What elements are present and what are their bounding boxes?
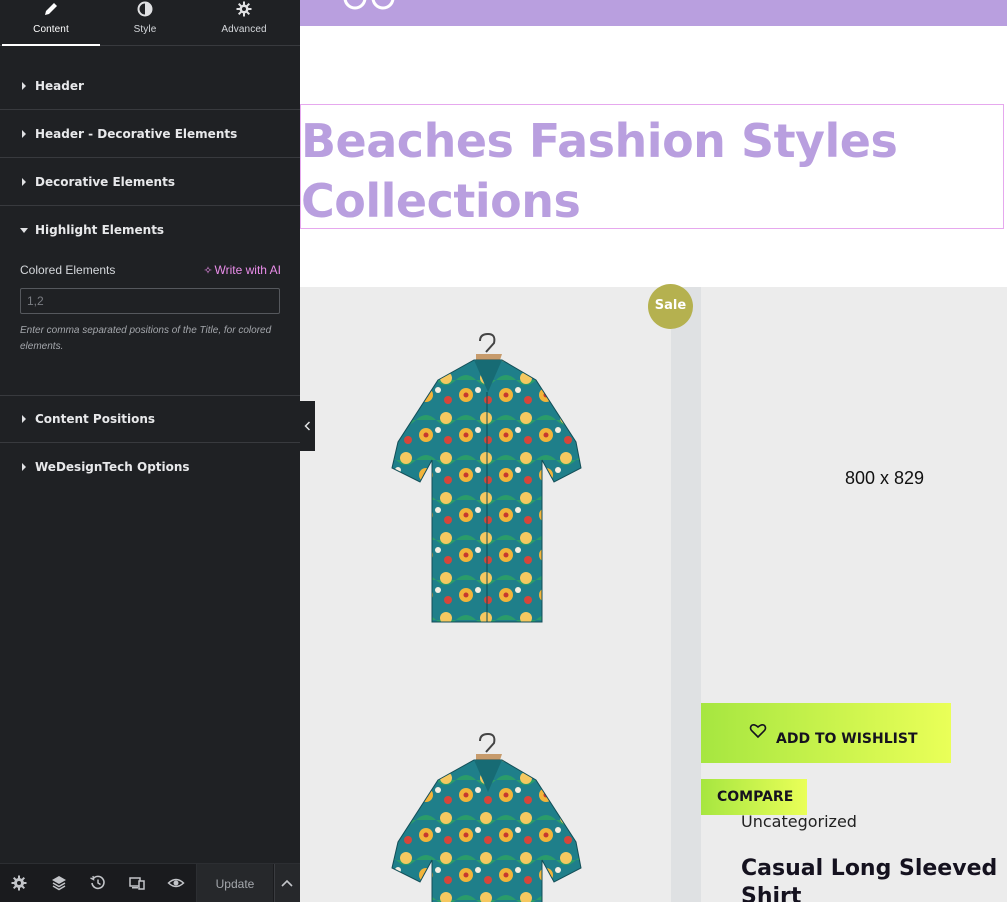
- chevron-up-icon: [281, 879, 293, 887]
- write-with-ai-label: Write with AI: [214, 263, 281, 277]
- chevron-left-icon: [304, 421, 311, 431]
- section-decorative-elements-label: Decorative Elements: [35, 174, 175, 189]
- page-title: Beaches Fashion Styles Collections: [301, 114, 898, 228]
- section-wedesigntech-options-label: WeDesignTech Options: [35, 460, 190, 474]
- section-highlight-elements[interactable]: Highlight Elements: [0, 206, 300, 254]
- update-options-button[interactable]: [274, 864, 300, 902]
- section-header-label: Header: [35, 78, 84, 93]
- half-circle-icon: [137, 1, 153, 17]
- colored-elements-help: Enter comma separated positions of the T…: [20, 325, 272, 352]
- add-to-wishlist-label: ADD TO WISHLIST: [776, 731, 918, 747]
- header-strip: [300, 0, 1007, 26]
- add-to-wishlist-button[interactable]: ADD TO WISHLIST: [701, 703, 951, 763]
- shirt-image-front[interactable]: [376, 330, 596, 630]
- section-content-positions[interactable]: Content Positions: [0, 395, 300, 443]
- caret-right-icon: [22, 415, 26, 423]
- heart-icon: [749, 723, 767, 739]
- section-highlight-elements-label: Highlight Elements: [35, 223, 165, 237]
- caret-right-icon: [22, 463, 26, 471]
- gear-icon: [236, 1, 252, 17]
- tab-advanced[interactable]: Advanced: [195, 0, 293, 46]
- tab-content[interactable]: Content: [2, 0, 100, 46]
- caret-right-icon: [22, 129, 26, 138]
- page-preview: Beaches Fashion Styles Collections Sale …: [300, 0, 1007, 902]
- sale-badge: Sale: [648, 284, 693, 329]
- preview-eye-icon[interactable]: [167, 874, 185, 892]
- caret-down-icon: [20, 228, 28, 233]
- highlight-elements-body: Colored Elements ✧Write with AI Enter co…: [0, 254, 300, 395]
- shirt-image-back[interactable]: [376, 730, 596, 902]
- product-title[interactable]: Casual Long Sleeved Shirt: [741, 855, 1007, 902]
- colored-elements-input[interactable]: [20, 288, 280, 314]
- tab-style[interactable]: Style: [96, 0, 194, 46]
- write-with-ai-button[interactable]: ✧ Write with AI: [203, 263, 281, 277]
- collapse-panel-button[interactable]: [300, 401, 315, 451]
- heading-widget[interactable]: Beaches Fashion Styles Collections: [300, 104, 1004, 229]
- layers-icon[interactable]: [50, 874, 68, 892]
- caret-right-icon: [22, 81, 26, 90]
- sparkle-icon: ✧: [203, 265, 213, 277]
- product-category-link[interactable]: Uncategorized: [741, 812, 857, 831]
- update-button[interactable]: Update: [196, 864, 273, 902]
- editor-panel: Content Style Advanced Header Header - D…: [0, 0, 300, 902]
- panel-footer: Update: [0, 863, 300, 902]
- section-header[interactable]: Header: [0, 62, 300, 110]
- section-decorative-elements[interactable]: Decorative Elements: [0, 158, 300, 206]
- responsive-icon[interactable]: [128, 874, 146, 892]
- pencil-icon: [45, 3, 57, 15]
- history-icon[interactable]: [89, 874, 107, 892]
- settings-icon[interactable]: [10, 874, 28, 892]
- compare-label: COMPARE: [717, 789, 794, 805]
- glasses-icon: [343, 0, 395, 10]
- caret-right-icon: [22, 177, 26, 186]
- tab-content-label: Content: [33, 24, 69, 35]
- tab-advanced-label: Advanced: [221, 24, 267, 35]
- image-placeholder-size: 800 x 829: [845, 468, 925, 488]
- panel-tabs: Content Style Advanced: [0, 0, 300, 46]
- image-divider: [671, 287, 701, 902]
- section-content-positions-label: Content Positions: [35, 412, 155, 426]
- tab-style-label: Style: [133, 24, 157, 35]
- colored-elements-label: Colored Elements: [20, 263, 116, 277]
- section-header-decorative-label: Header - Decorative Elements: [35, 126, 238, 141]
- section-header-decorative[interactable]: Header - Decorative Elements: [0, 110, 300, 158]
- section-wedesigntech-options[interactable]: WeDesignTech Options: [0, 443, 300, 491]
- compare-button[interactable]: COMPARE: [701, 779, 807, 815]
